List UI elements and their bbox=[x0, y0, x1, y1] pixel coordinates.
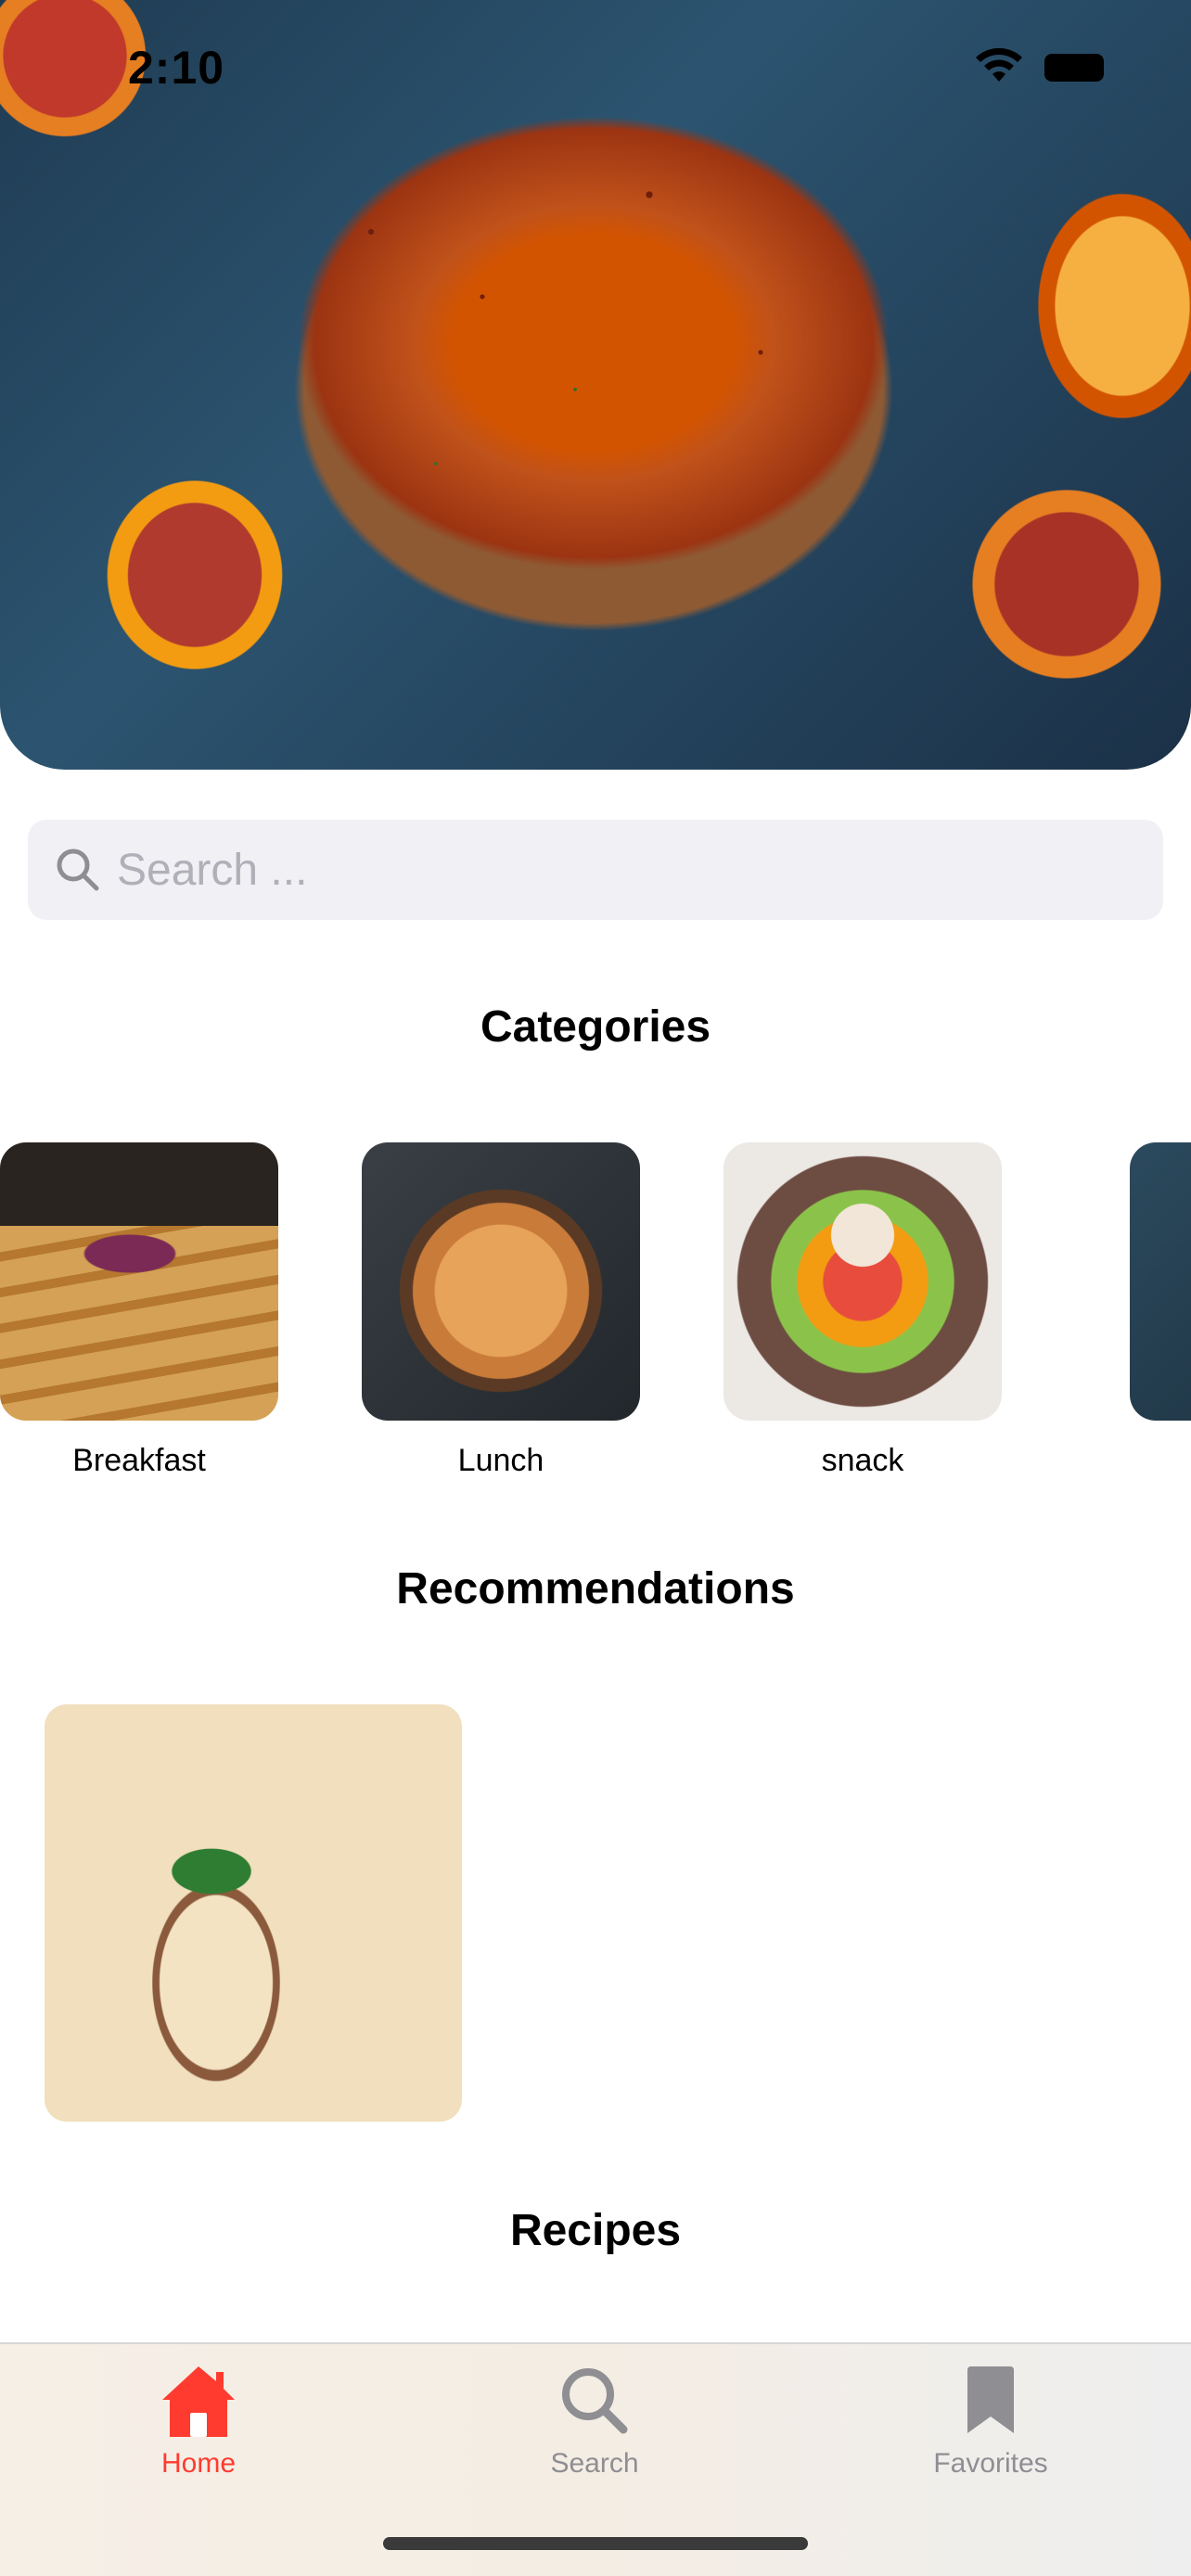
category-image-lunch bbox=[362, 1142, 640, 1421]
tab-favorites[interactable]: Favorites bbox=[898, 2359, 1083, 2480]
categories-heading: Categories bbox=[480, 1002, 711, 1052]
category-image-breakfast bbox=[0, 1142, 278, 1421]
bookmark-icon bbox=[967, 2366, 1014, 2433]
category-lunch[interactable]: Lunch bbox=[362, 1142, 640, 1479]
house-icon bbox=[162, 2366, 235, 2437]
search-input[interactable] bbox=[117, 820, 1137, 920]
category-image-partial bbox=[1130, 1142, 1191, 1421]
recipes-heading: Recipes bbox=[509, 2206, 682, 2255]
category-snack[interactable]: snack bbox=[724, 1142, 1002, 1479]
category-label: Lunch bbox=[457, 1443, 544, 1478]
recommendations-heading: Recommendations bbox=[396, 1564, 795, 1613]
category-image-snack bbox=[724, 1142, 1002, 1421]
battery-icon bbox=[1044, 54, 1104, 82]
search-bar[interactable] bbox=[28, 820, 1163, 920]
tab-home[interactable]: Home bbox=[106, 2359, 291, 2480]
search-icon bbox=[57, 848, 99, 891]
tab-label-search: Search bbox=[550, 2448, 639, 2479]
tab-search[interactable]: Search bbox=[502, 2359, 687, 2480]
category-breakfast[interactable]: Breakfast bbox=[0, 1142, 278, 1479]
status-bar: 2:10 bbox=[0, 0, 1191, 139]
tab-label-home: Home bbox=[160, 2448, 237, 2479]
home-indicator bbox=[383, 2537, 808, 2550]
magnifier-icon bbox=[562, 2368, 628, 2434]
wifi-icon bbox=[976, 48, 1022, 82]
category-label: Breakfast bbox=[72, 1443, 206, 1478]
category-label: snack bbox=[821, 1443, 904, 1478]
category-partial[interactable] bbox=[1130, 1142, 1191, 1421]
status-time: 2:10 bbox=[128, 42, 225, 94]
recommendation-card-tiramisu[interactable] bbox=[45, 1704, 462, 2122]
tab-label-favorites: Favorites bbox=[933, 2448, 1048, 2479]
